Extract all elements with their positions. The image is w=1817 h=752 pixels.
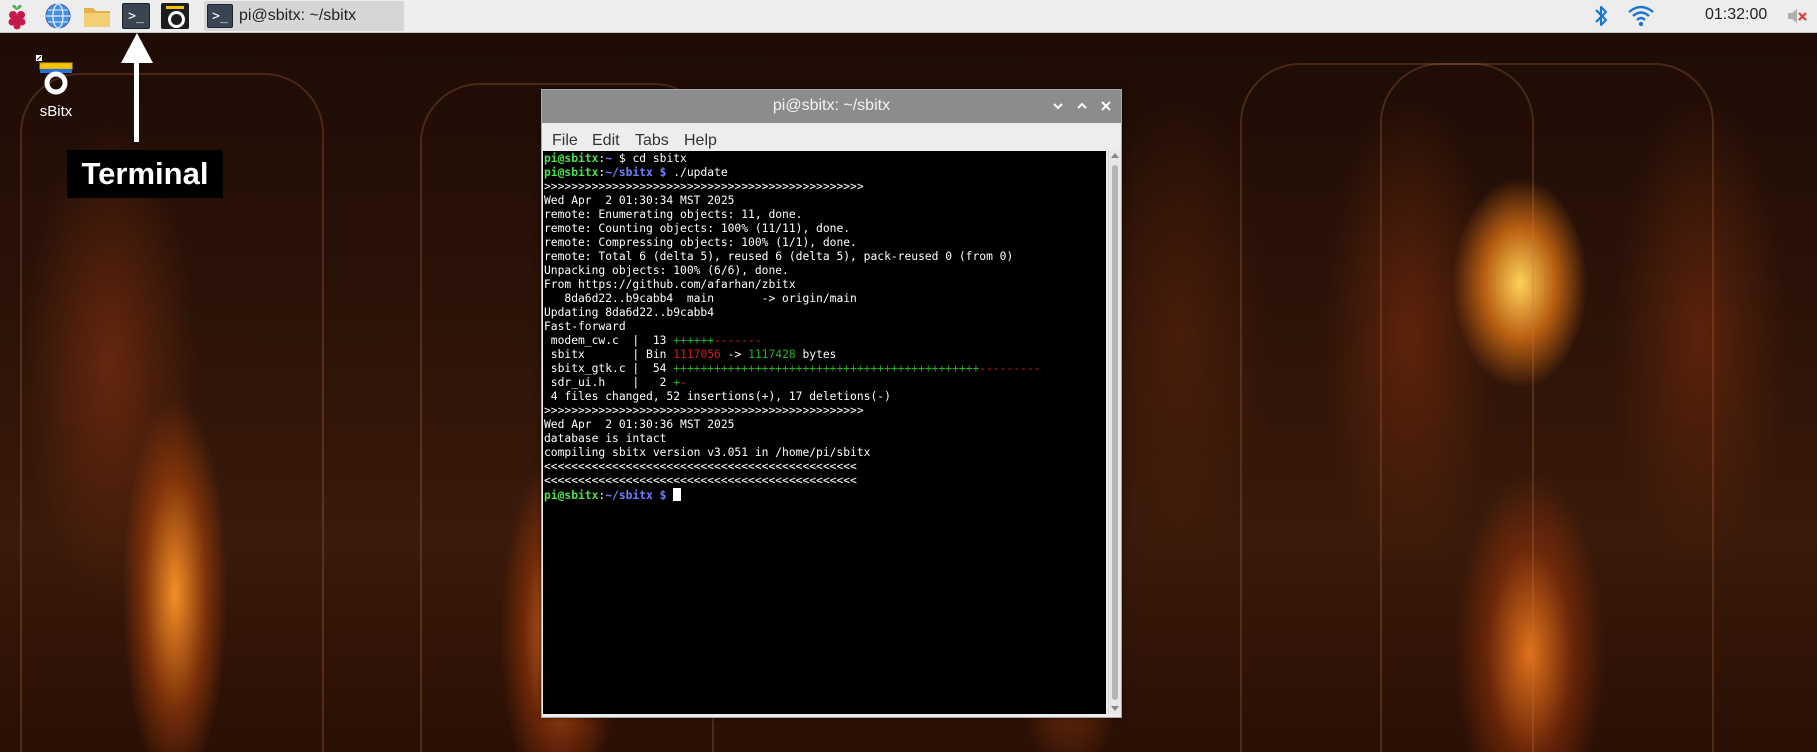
- scroll-down-icon[interactable]: [1111, 706, 1119, 711]
- terminal-line: database is intact: [544, 432, 667, 445]
- volume-muted-icon[interactable]: [1785, 4, 1809, 33]
- terminal-line: >>>>>>>>>>>>>>>>>>>>>>>>>>>>>>>>>>>>>>>>…: [544, 404, 864, 417]
- terminal-line: Wed Apr 2 01:30:36 MST 2025: [544, 418, 735, 431]
- annotation-arrow-shaft: [134, 58, 139, 142]
- taskbar-window-title: pi@sbitx: ~/sbitx: [239, 7, 357, 24]
- sbitx-launcher-icon[interactable]: [160, 2, 190, 30]
- clock[interactable]: 01:32:00: [1705, 6, 1767, 24]
- terminal-line: sdr_ui.h | 2 +-: [544, 376, 687, 389]
- annotation-label: Terminal: [67, 150, 223, 198]
- wifi-icon[interactable]: [1626, 3, 1656, 34]
- terminal-line: remote: Total 6 (delta 5), reused 6 (del…: [544, 250, 1014, 263]
- terminal-launcher-icon[interactable]: >_: [121, 2, 151, 30]
- terminal-line: sbitx | Bin 1117056 -> 1117428 bytes: [544, 348, 837, 361]
- terminal-line: remote: Counting objects: 100% (11/11), …: [544, 222, 851, 235]
- terminal-line: remote: Enumerating objects: 11, done.: [544, 208, 803, 221]
- chevron-down-icon: [1053, 103, 1063, 110]
- wallpaper-tube: [1380, 63, 1714, 752]
- terminal-icon: >_: [207, 4, 233, 28]
- maximize-button[interactable]: [1072, 96, 1092, 116]
- terminal-window[interactable]: pi@sbitx: ~/sbitx File Edit Tabs Help pi…: [541, 89, 1122, 718]
- terminal-line: Unpacking objects: 100% (6/6), done.: [544, 264, 789, 277]
- taskbar: >_ >_ pi@sbitx: ~/sbitx 01:32:00: [0, 0, 1817, 33]
- minimize-button[interactable]: [1048, 96, 1068, 116]
- desktop-icon-sbitx[interactable]: sBitx: [28, 55, 84, 120]
- terminal-line: Updating 8da6d22..b9cabb4: [544, 306, 715, 319]
- scroll-up-icon[interactable]: [1111, 153, 1119, 158]
- terminal-line: compiling sbitx version v3.051 in /home/…: [544, 446, 871, 459]
- file-manager-icon[interactable]: [82, 2, 112, 30]
- terminal-scrollbar[interactable]: [1108, 151, 1121, 714]
- terminal-line: sbitx_gtk.c | 54 +++++++++++++++++++++++…: [544, 362, 1041, 375]
- sbitx-icon: [36, 55, 76, 99]
- sbitx-icon: [161, 3, 189, 29]
- terminal-line: pi@sbitx:~ $ cd sbitx: [544, 152, 687, 165]
- close-icon: [1101, 101, 1111, 111]
- bluetooth-icon[interactable]: [1591, 3, 1611, 34]
- terminal-line: modem_cw.c | 13 ++++++-------: [544, 334, 762, 347]
- terminal-line: 8da6d22..b9cabb4 main -> origin/main: [544, 292, 857, 305]
- terminal-line: <<<<<<<<<<<<<<<<<<<<<<<<<<<<<<<<<<<<<<<<…: [544, 474, 857, 487]
- terminal-line: From https://github.com/afarhan/zbitx: [544, 278, 796, 291]
- terminal-icon: >_: [122, 3, 150, 29]
- terminal-cursor: [673, 488, 682, 501]
- menu-tabs[interactable]: Tabs: [635, 132, 669, 150]
- terminal-line: 4 files changed, 52 insertions(+), 17 de…: [544, 390, 891, 403]
- menu-file[interactable]: File: [552, 132, 578, 150]
- terminal-line: Wed Apr 2 01:30:34 MST 2025: [544, 194, 735, 207]
- window-title: pi@sbitx: ~/sbitx: [772, 97, 891, 114]
- close-button[interactable]: [1096, 96, 1116, 116]
- terminal-line: remote: Compressing objects: 100% (1/1),…: [544, 236, 857, 249]
- chevron-up-icon: [1077, 102, 1087, 109]
- taskbar-window-button[interactable]: >_ pi@sbitx: ~/sbitx: [204, 1, 404, 31]
- desktop-icon-label: sBitx: [39, 103, 73, 120]
- terminal-prompt[interactable]: pi@sbitx:~/sbitx $: [544, 488, 682, 502]
- menu-help[interactable]: Help: [684, 132, 717, 150]
- terminal-line: >>>>>>>>>>>>>>>>>>>>>>>>>>>>>>>>>>>>>>>>…: [544, 180, 864, 193]
- web-browser-icon[interactable]: [43, 2, 73, 30]
- terminal-line: <<<<<<<<<<<<<<<<<<<<<<<<<<<<<<<<<<<<<<<<…: [544, 460, 857, 473]
- terminal-line: Fast-forward: [544, 320, 626, 333]
- window-titlebar[interactable]: pi@sbitx: ~/sbitx: [542, 90, 1121, 123]
- menu-edit[interactable]: Edit: [592, 132, 620, 150]
- terminal-output[interactable]: pi@sbitx:~ $ cd sbitx pi@sbitx:~/sbitx $…: [543, 151, 1106, 714]
- terminal-line: pi@sbitx:~/sbitx $ ./update: [544, 166, 728, 179]
- scrollbar-thumb[interactable]: [1112, 165, 1118, 700]
- raspberry-menu-icon[interactable]: [2, 2, 32, 30]
